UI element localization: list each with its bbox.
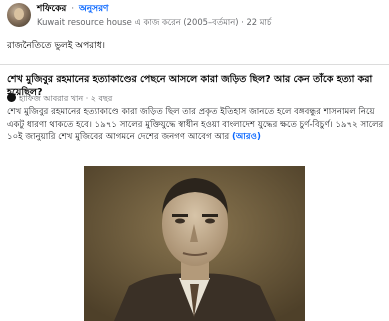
shared-answer-card[interactable]: শেখ মুজিবুর রহমানের হত্যাকাণ্ডের পেছনে আ…	[0, 64, 389, 321]
avatar-face	[14, 8, 24, 20]
author-avatar[interactable]	[7, 3, 31, 27]
author-name[interactable]: শফিকের	[37, 4, 66, 14]
author-separator: ·	[71, 4, 75, 14]
answerer-avatar[interactable]	[7, 93, 16, 102]
more-link[interactable]: (আরও)	[232, 132, 261, 142]
follow-button[interactable]: অনুসরণ	[79, 4, 109, 14]
portrait-image	[84, 166, 305, 321]
answer-text: শেখ মুজিবুর রহমানের হত্যাকাণ্ডে কারা জড়…	[7, 107, 384, 142]
post-text: রাজনৈতিতে ভুলই অপরাধ।	[7, 41, 106, 51]
answerer-name[interactable]: হাফিজ আবরার খান · ২ বছর	[19, 94, 112, 103]
answer-photo[interactable]	[84, 166, 305, 321]
answer-body: শেখ মুজিবুর রহমানের হত্যাকাণ্ডে কারা জড়…	[7, 106, 385, 144]
answerer-line: হাফিজ আবরার খান · ২ বছর	[7, 93, 112, 105]
post-header: শফিকের · অনুসরণ Kuwait resource house এ …	[0, 0, 389, 38]
post-meta: Kuwait resource house এ কাজ করেন (2005–ব…	[37, 17, 272, 27]
author-line: শফিকের · অনুসরণ	[37, 4, 108, 15]
